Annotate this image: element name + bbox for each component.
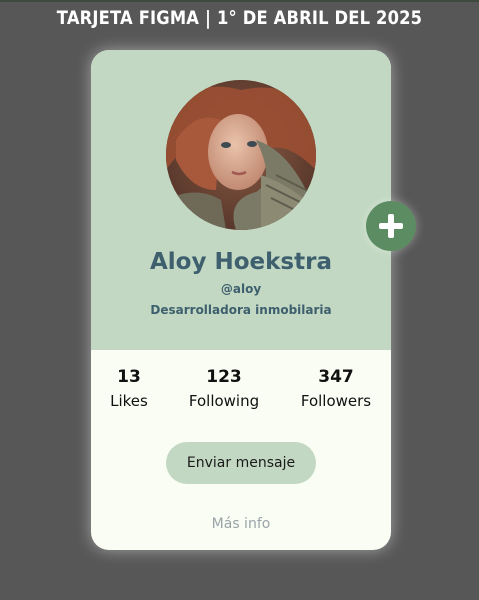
stat-following-label: Following [188, 392, 260, 410]
profile-name: Aloy Hoekstra [150, 249, 332, 275]
more-info-link[interactable]: Más info [91, 514, 391, 534]
stat-likes-value: 13 [117, 367, 141, 387]
profile-photo-icon [166, 80, 316, 230]
page-title: TARJETA FIGMA | 1° DE ABRIL DEL 2025 [56, 7, 423, 29]
add-button[interactable] [366, 201, 416, 251]
stat-likes-label: Likes [110, 392, 148, 410]
profile-card: Aloy Hoekstra @aloy Desarrolladora inmob… [91, 50, 391, 550]
send-message-button[interactable]: Enviar mensaje [166, 442, 316, 484]
stats-row: 13 Likes 123 Following 347 Followers [91, 366, 391, 416]
stat-followers: 347 Followers [289, 366, 383, 412]
top-border [0, 0, 479, 2]
stat-following: 123 Following [179, 366, 269, 412]
stat-following-value: 123 [206, 367, 242, 387]
stat-followers-value: 347 [318, 367, 354, 387]
avatar [166, 80, 316, 230]
plus-icon [379, 214, 403, 238]
profile-handle: @aloy [220, 282, 262, 296]
profile-role: Desarrolladora inmobilaria [150, 303, 332, 317]
stat-likes: 13 Likes [99, 366, 159, 412]
stat-followers-label: Followers [300, 392, 372, 410]
